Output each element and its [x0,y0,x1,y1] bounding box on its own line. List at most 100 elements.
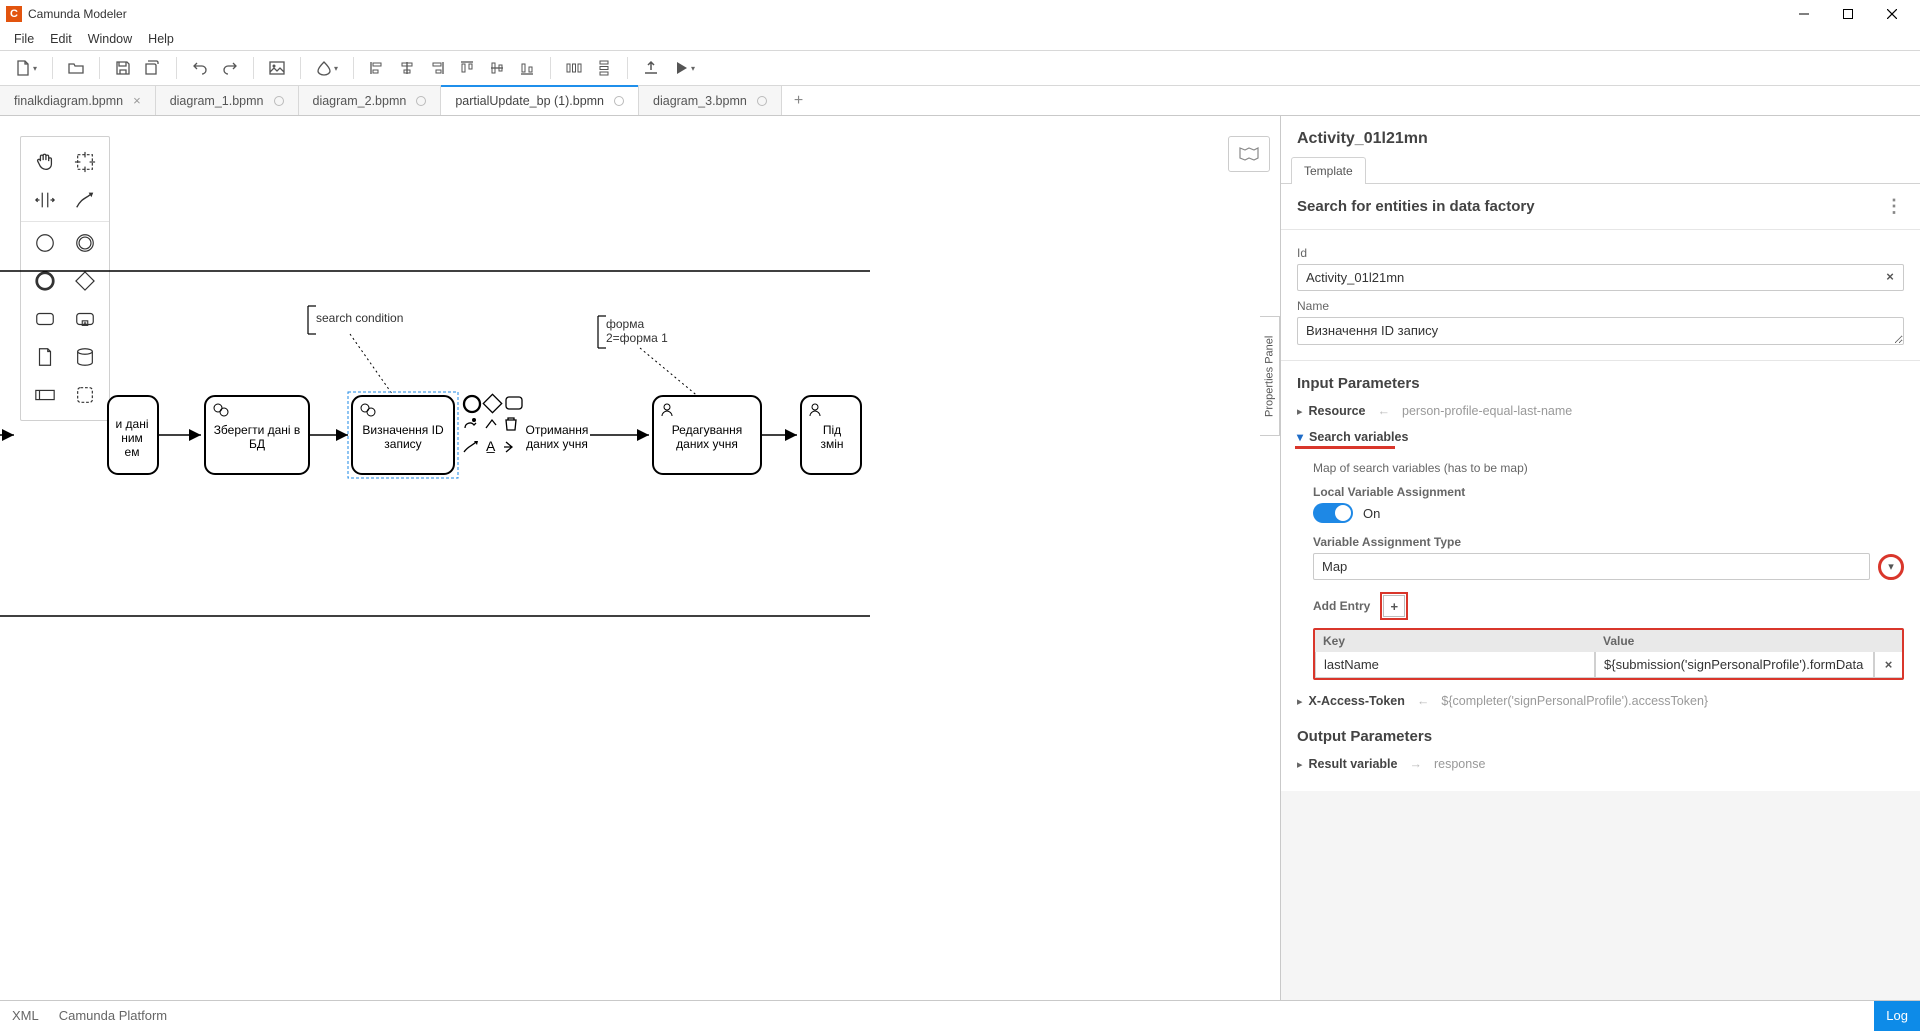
name-label: Name [1297,299,1904,313]
properties-panel: Activity_01l21mn Template Search for ent… [1280,116,1920,1000]
annotation-search: search condition [308,306,403,334]
tab-diagram2[interactable]: diagram_2.bpmn [299,86,442,115]
menu-edit[interactable]: Edit [42,32,80,46]
align-right-button[interactable] [424,55,450,81]
search-vars-desc: Map of search variables (has to be map) [1313,461,1904,475]
properties-panel-toggle[interactable]: Properties Panel [1260,316,1280,436]
vat-label: Variable Assignment Type [1313,535,1904,549]
color-button[interactable]: ▾ [311,55,343,81]
task-save-db[interactable]: Зберегти дані вБД [205,396,309,474]
titlebar: C Camunda Modeler [0,0,1920,28]
close-icon[interactable]: × [133,93,141,108]
task-define-id[interactable]: Визначення IDзапису [348,392,458,478]
open-button[interactable] [63,55,89,81]
menu-window[interactable]: Window [80,32,140,46]
more-icon[interactable]: ⋮ [1885,196,1904,217]
arrow-icon: ← [1378,404,1391,418]
tab-diagram1[interactable]: diagram_1.bpmn [156,86,299,115]
lva-label: Local Variable Assignment [1313,485,1904,499]
dirty-icon [757,96,767,106]
tab-label: finalkdiagram.bpmn [14,94,123,108]
task-get-data[interactable]: Отриманняданих учня [526,423,589,451]
search-variables-toggle[interactable]: ▾ Search variables [1297,430,1904,444]
arrow-icon: ← [1417,694,1430,708]
chevron-right-icon: ▸ [1297,405,1303,418]
task-next[interactable]: Підзмін [801,396,861,474]
resource-row[interactable]: ▸ Resource ← person-profile-equal-last-n… [1281,398,1920,424]
diagram-svg[interactable]: search condition форма2=форма 1 и даніни… [0,116,870,756]
arrow-icon: → [1409,757,1422,771]
dirty-icon [614,96,624,106]
context-pad[interactable]: A̲ [464,394,522,454]
tab-label: diagram_2.bpmn [313,94,407,108]
tab-add[interactable]: + [782,86,815,115]
align-left-button[interactable] [364,55,390,81]
tab-template[interactable]: Template [1291,157,1366,184]
canvas[interactable]: search condition форма2=форма 1 и даніни… [0,116,1280,1000]
props-header: Activity_01l21mn [1281,116,1920,156]
status-platform[interactable]: Camunda Platform [59,1008,167,1023]
image-button[interactable] [264,55,290,81]
tab-finalkdiagram[interactable]: finalkdiagram.bpmn × [0,86,156,115]
save-all-button[interactable] [140,55,166,81]
chevron-down-icon[interactable]: ▾ [1878,554,1904,580]
close-button[interactable] [1870,0,1914,28]
main: search condition форма2=форма 1 и даніни… [0,116,1920,1000]
xaccess-row[interactable]: ▸ X-Access-Token ← ${completer('signPers… [1281,688,1920,714]
value-header: Value [1595,630,1902,652]
props-title: Activity_01l21mn [1297,130,1904,148]
redo-button[interactable] [217,55,243,81]
id-input[interactable] [1297,264,1904,291]
new-file-button[interactable]: ▾ [10,55,42,81]
svg-text:Отриманняданих учня: Отриманняданих учня [526,423,589,451]
add-entry-button[interactable]: + [1383,595,1405,617]
svg-text:search condition: search condition [316,311,403,325]
entry-table: Key Value × [1313,628,1904,680]
menu-file[interactable]: File [6,32,42,46]
minimize-button[interactable] [1782,0,1826,28]
lva-toggle[interactable] [1313,503,1353,523]
delete-entry-button[interactable]: × [1874,652,1902,678]
save-button[interactable] [110,55,136,81]
svg-text:форма2=форма 1: форма2=форма 1 [606,317,668,345]
svg-text:A̲: A̲ [486,438,496,454]
distribute-h-button[interactable] [561,55,587,81]
deploy-button[interactable] [638,55,664,81]
input-parameters-title: Input Parameters [1281,361,1920,398]
svg-text:Редагуванняданих учня: Редагуванняданих учня [672,423,743,451]
maximize-button[interactable] [1826,0,1870,28]
entry-key-input[interactable] [1315,652,1595,678]
name-input[interactable] [1297,317,1904,345]
annotation-form: форма2=форма 1 [598,316,668,348]
chevron-right-icon: ▸ [1297,758,1303,771]
align-center-v-button[interactable] [484,55,510,81]
minimap-toggle[interactable] [1228,136,1270,172]
align-bottom-button[interactable] [514,55,540,81]
vat-select[interactable] [1313,553,1870,580]
id-label: Id [1297,246,1904,260]
tab-partialupdate[interactable]: partialUpdate_bp (1).bpmn [441,86,639,115]
status-xml[interactable]: XML [12,1008,39,1023]
key-header: Key [1315,630,1595,652]
add-entry-label: Add Entry [1313,599,1370,613]
tab-label: diagram_3.bpmn [653,94,747,108]
app-title: Camunda Modeler [28,7,127,21]
tabbar: finalkdiagram.bpmn × diagram_1.bpmn diagr… [0,86,1920,116]
output-parameters-title: Output Parameters [1281,714,1920,751]
clear-icon[interactable]: × [1882,269,1898,285]
align-center-h-button[interactable] [394,55,420,81]
align-top-button[interactable] [454,55,480,81]
entry-value-input[interactable] [1595,652,1874,678]
tab-diagram3[interactable]: diagram_3.bpmn [639,86,782,115]
distribute-v-button[interactable] [591,55,617,81]
menu-help[interactable]: Help [140,32,182,46]
run-button[interactable]: ▾ [668,55,700,81]
svg-text:Підзмін: Підзмін [820,423,843,451]
toolbar: ▾ ▾ ▾ [0,50,1920,86]
task-edit-data[interactable]: Редагуванняданих учня [653,396,761,474]
undo-button[interactable] [187,55,213,81]
section-search-entities: Search for entities in data factory ⋮ [1281,184,1920,230]
log-button[interactable]: Log [1874,1001,1920,1031]
result-row[interactable]: ▸ Result variable → response [1281,751,1920,791]
task-prev[interactable]: и данінимем [108,396,158,474]
